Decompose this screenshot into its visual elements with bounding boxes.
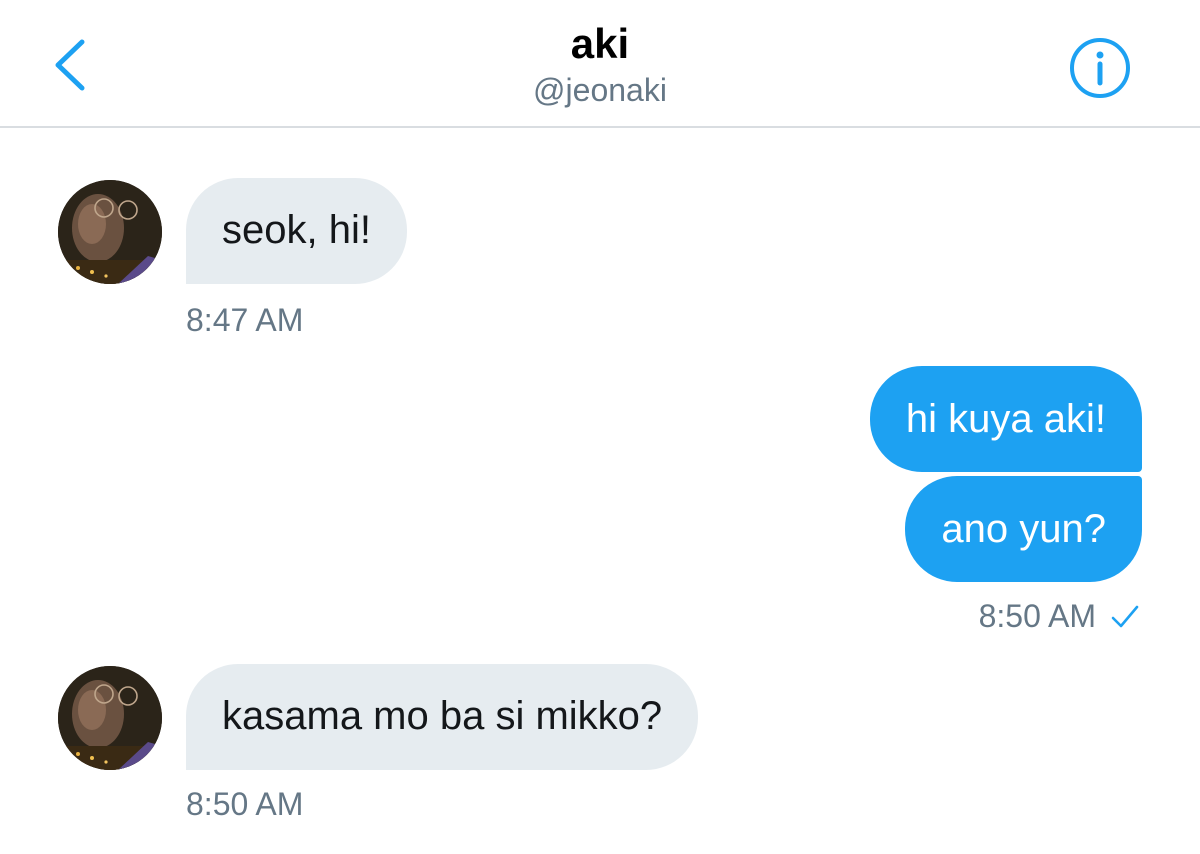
avatar[interactable] (58, 180, 162, 284)
message-bubble-outgoing[interactable]: ano yun? (905, 476, 1142, 582)
contact-handle: @jeonaki (533, 72, 667, 108)
message-bubble-incoming[interactable]: seok, hi! (186, 178, 407, 284)
conversation-header: aki @jeonaki (0, 0, 1200, 128)
message-bubble-outgoing[interactable]: hi kuya aki! (869, 366, 1142, 472)
message-bubble-incoming[interactable]: kasama mo ba si mikko? (186, 664, 699, 770)
contact-name: aki (570, 20, 630, 67)
info-circle-icon (1068, 36, 1132, 100)
avatar[interactable] (58, 666, 162, 770)
message-timestamp: 8:47 AM (186, 302, 304, 338)
info-button[interactable] (1068, 36, 1132, 100)
message-timestamp: 8:50 AM (978, 598, 1096, 634)
checkmark-icon (1110, 604, 1140, 630)
conversation-title-block[interactable]: aki @jeonaki (0, 18, 1200, 110)
message-timestamp: 8:50 AM (186, 786, 304, 822)
